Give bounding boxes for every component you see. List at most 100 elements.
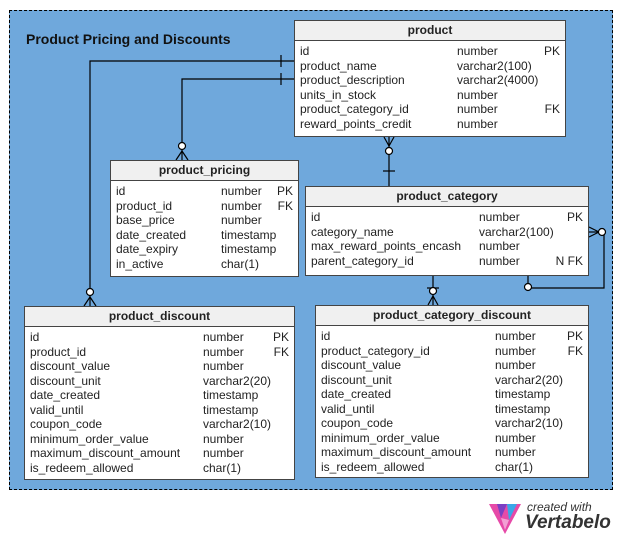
column-name: discount_unit — [30, 373, 101, 388]
column-name: id — [311, 210, 321, 224]
table-column-row[interactable]: date_created timestamp — [116, 228, 293, 243]
table-column-row[interactable]: coupon_code varchar2(10) — [321, 416, 583, 431]
column-type: number — [495, 343, 536, 358]
column-name: discount_unit — [321, 372, 392, 387]
column-type: number — [221, 184, 262, 198]
column-key: PK — [272, 330, 289, 344]
table-column-row[interactable]: product_id number FK — [116, 199, 293, 214]
table-product[interactable]: product id number PK product_name varchar2(1… — [294, 20, 566, 137]
column-name: discount_value — [321, 358, 402, 372]
table-product-discount[interactable]: product_discount id number PK product_id num… — [24, 306, 295, 480]
table-column-row[interactable]: in_active char(1) — [116, 257, 293, 272]
table-header: product_discount — [25, 307, 294, 327]
column-name: category_name — [311, 224, 394, 239]
table-column-row[interactable]: product_category_id number FK — [321, 344, 583, 359]
column-name: valid_until — [30, 402, 84, 417]
column-type: number — [495, 358, 536, 372]
table-column-row[interactable]: id number PK — [300, 44, 560, 59]
column-type: number — [495, 329, 536, 343]
column-type: number — [221, 213, 262, 227]
column-key: FK — [277, 198, 293, 213]
column-type: number — [495, 445, 536, 459]
column-list: id number PK category_name varchar2(100) max_… — [306, 207, 588, 268]
table-column-row[interactable]: id number PK — [116, 184, 293, 199]
column-type: number — [221, 198, 262, 213]
column-name: coupon_code — [30, 417, 103, 431]
column-list: id number PK product_name varchar2(100) produ… — [295, 41, 565, 131]
column-type: timestamp — [495, 401, 551, 416]
table-column-row[interactable]: discount_value number — [321, 358, 583, 373]
table-column-row[interactable]: id number PK — [311, 210, 583, 225]
table-column-row[interactable]: product_id number FK — [30, 345, 289, 360]
table-header: product — [295, 21, 565, 41]
table-column-row[interactable]: reward_points_credit number — [300, 117, 560, 132]
column-name: id — [321, 329, 331, 343]
table-column-row[interactable]: is_redeem_allowed char(1) — [30, 461, 289, 476]
table-column-row[interactable]: id number PK — [30, 330, 289, 345]
table-header: product_category_discount — [316, 306, 588, 326]
column-name: minimum_order_value — [30, 431, 149, 446]
column-name: product_category_id — [300, 102, 409, 116]
table-column-row[interactable]: category_name varchar2(100) — [311, 225, 583, 240]
table-column-row[interactable]: product_name varchar2(100) — [300, 59, 560, 74]
table-column-row[interactable]: discount_unit varchar2(20) — [321, 373, 583, 388]
table-column-row[interactable]: date_created timestamp — [30, 388, 289, 403]
column-type: number — [457, 102, 498, 116]
table-column-row[interactable]: minimum_order_value number — [321, 431, 583, 446]
column-key: N FK — [555, 253, 583, 268]
column-name: valid_until — [321, 401, 375, 416]
vertabelo-wordmark: Vertabelo — [525, 512, 611, 533]
table-column-row[interactable]: product_category_id number FK — [300, 102, 560, 117]
relationship-product-category-discount[interactable] — [427, 276, 439, 306]
column-type: number — [457, 44, 498, 58]
column-key: PK — [566, 210, 583, 224]
table-column-row[interactable]: is_redeem_allowed char(1) — [321, 460, 583, 475]
table-column-row[interactable]: coupon_code varchar2(10) — [30, 417, 289, 432]
column-type: number — [203, 330, 244, 344]
table-column-row[interactable]: id number PK — [321, 329, 583, 344]
column-type: varchar2(10) — [495, 416, 564, 430]
table-column-row[interactable]: date_created timestamp — [321, 387, 583, 402]
column-type: number — [457, 116, 498, 131]
column-name: in_active — [116, 256, 164, 271]
table-column-row[interactable]: base_price number — [116, 213, 293, 228]
column-list: id number PK product_id number FK discount_val… — [25, 327, 294, 475]
table-column-row[interactable]: date_expiry timestamp — [116, 242, 293, 257]
column-type: char(1) — [221, 256, 260, 271]
column-type: varchar2(100) — [457, 58, 532, 73]
table-column-row[interactable]: units_in_stock number — [300, 88, 560, 103]
table-column-row[interactable]: discount_unit varchar2(20) — [30, 374, 289, 389]
vertabelo-branding[interactable]: created with Vertabelo — [487, 498, 617, 538]
table-product-pricing[interactable]: product_pricing id number PK product_id numb… — [110, 160, 299, 277]
table-column-row[interactable]: discount_value number — [30, 359, 289, 374]
column-type: varchar2(100) — [479, 224, 554, 239]
column-name: id — [30, 330, 40, 344]
table-product-category-discount[interactable]: product_category_discount id number PK prod… — [315, 305, 589, 478]
column-name: is_redeem_allowed — [30, 460, 134, 475]
column-name: product_name — [300, 58, 377, 73]
relationship-product-product-pricing[interactable] — [175, 73, 294, 161]
table-product-category[interactable]: product_category id number PK category_name… — [305, 186, 589, 276]
column-name: discount_value — [30, 359, 111, 373]
table-column-row[interactable]: maximum_discount_amount number — [321, 445, 583, 460]
table-column-row[interactable]: product_description varchar2(4000) — [300, 73, 560, 88]
column-name: coupon_code — [321, 416, 394, 430]
column-type: number — [479, 253, 520, 268]
vertabelo-logo-icon — [489, 504, 521, 534]
column-name: date_expiry — [116, 242, 179, 256]
column-type: timestamp — [203, 388, 259, 402]
relationship-product-category-product[interactable] — [383, 136, 395, 186]
table-column-row[interactable]: parent_category_id number N FK — [311, 254, 583, 269]
column-name: id — [116, 184, 126, 198]
table-column-row[interactable]: valid_until timestamp — [30, 403, 289, 418]
column-type: number — [203, 344, 244, 359]
column-name: is_redeem_allowed — [321, 459, 425, 474]
column-type: number — [495, 430, 536, 445]
table-column-row[interactable]: maximum_discount_amount number — [30, 446, 289, 461]
column-key: PK — [566, 329, 583, 343]
column-name: base_price — [116, 213, 175, 227]
table-column-row[interactable]: valid_until timestamp — [321, 402, 583, 417]
column-type: number — [203, 359, 244, 373]
table-column-row[interactable]: max_reward_points_encash number — [311, 239, 583, 254]
table-column-row[interactable]: minimum_order_value number — [30, 432, 289, 447]
